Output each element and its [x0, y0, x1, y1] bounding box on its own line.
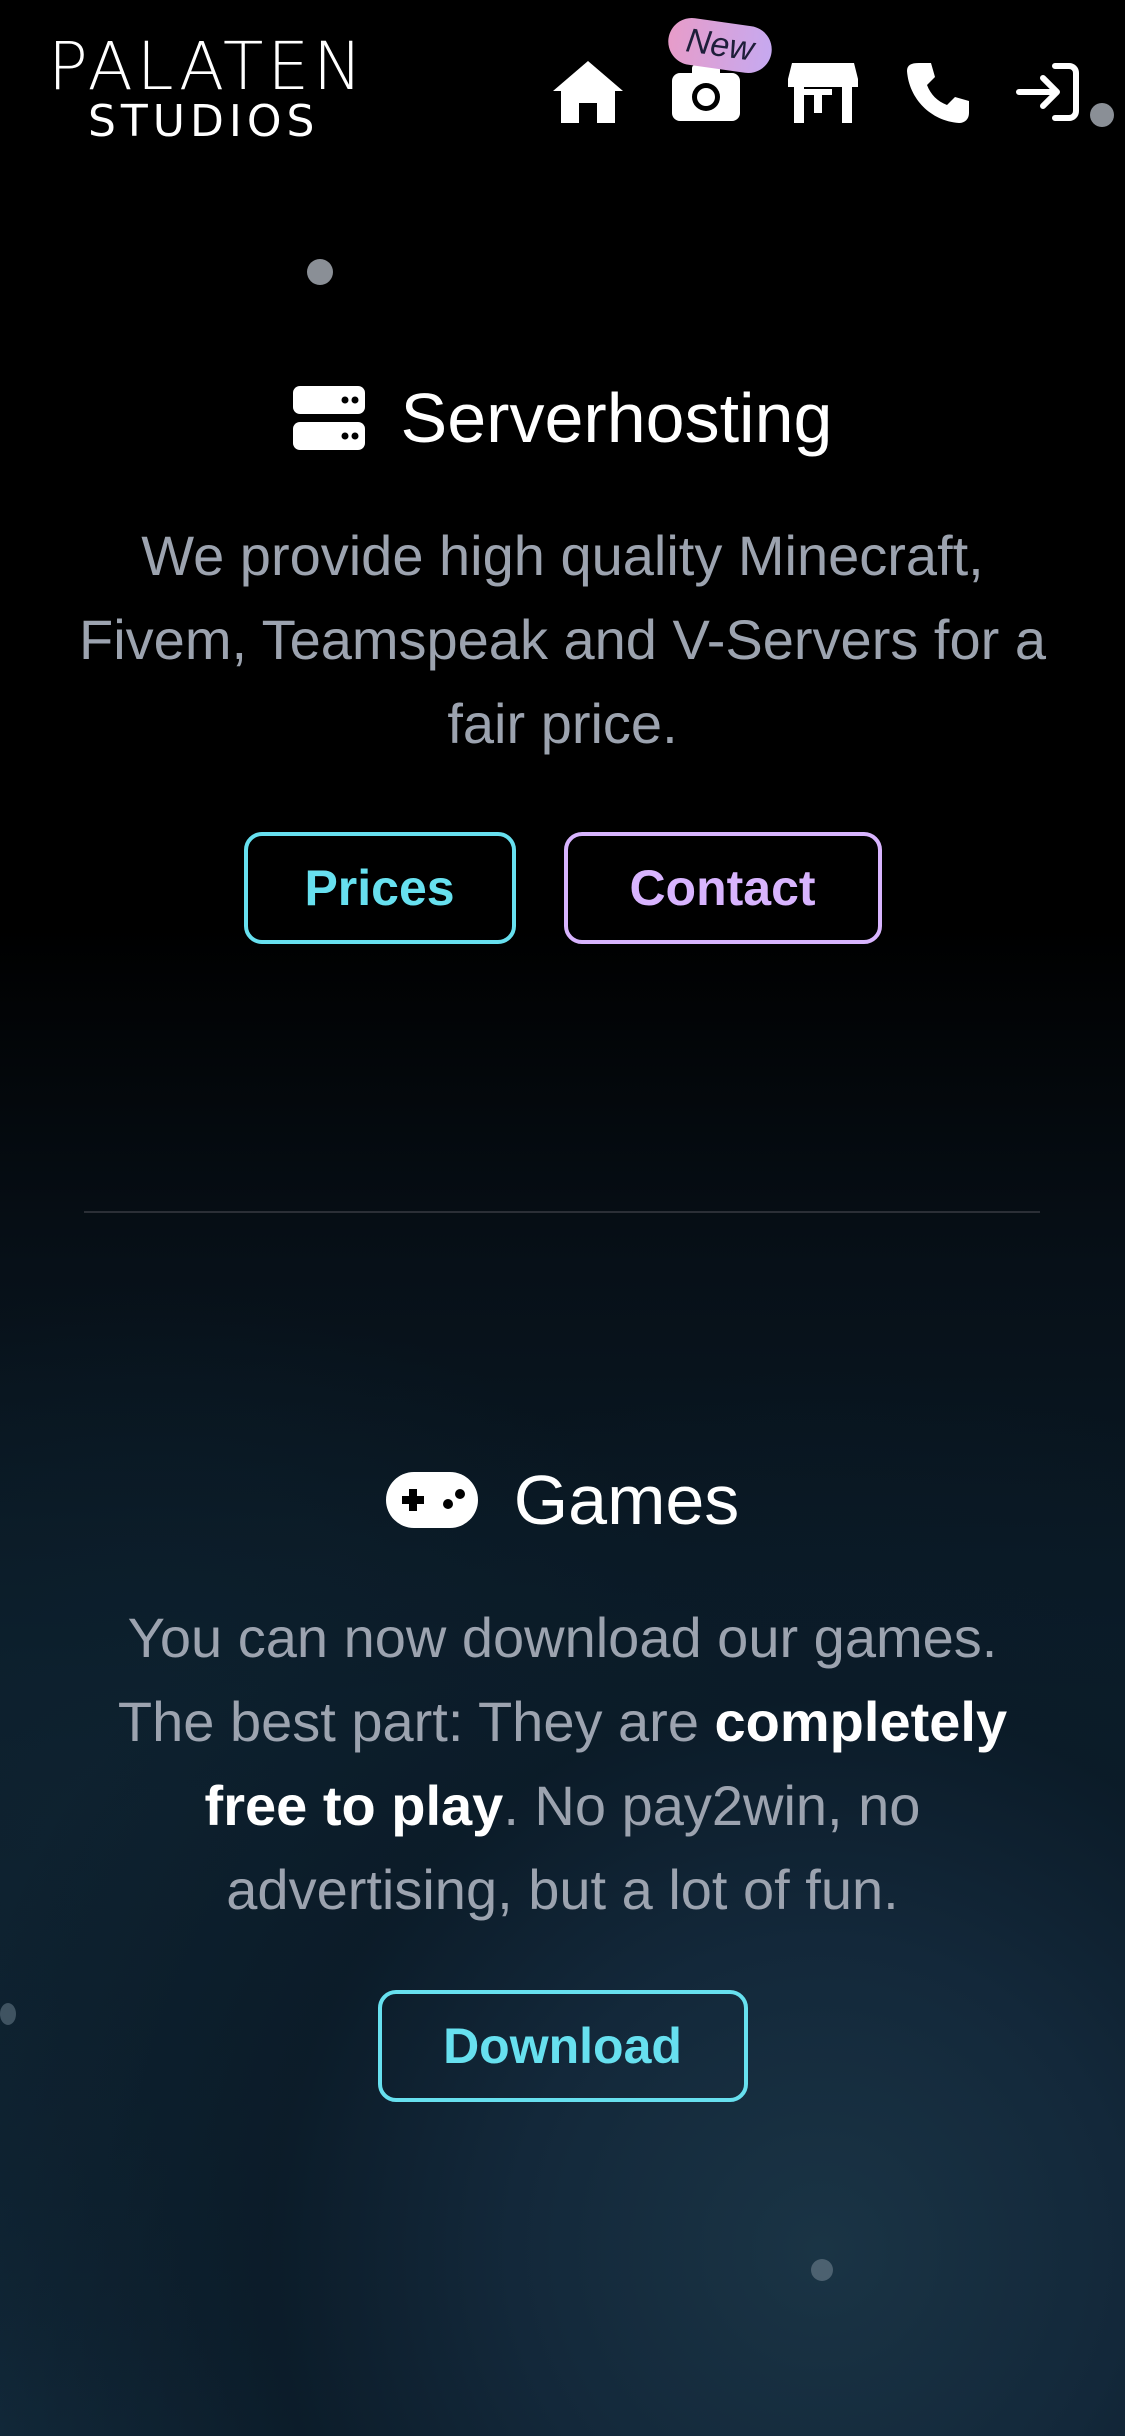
nav-home[interactable]: [550, 54, 626, 130]
serverhosting-title: Serverhosting: [400, 379, 833, 457]
login-icon: [1016, 63, 1079, 121]
games-title: Games: [513, 1461, 740, 1539]
brand-logo[interactable]: PALATEN STUDIOS: [48, 34, 388, 144]
logo-line-2: STUDIOS: [88, 96, 320, 147]
serverhosting-description: We provide high quality Minecraft, Fivem…: [79, 524, 1046, 755]
games-section: Games You can now download our games. Th…: [0, 1460, 1125, 2102]
top-navigation: PALATEN STUDIOS New: [0, 0, 1125, 160]
download-button[interactable]: Download: [377, 1990, 748, 2102]
home-icon: [553, 61, 623, 123]
server-icon: [292, 386, 365, 450]
games-description: You can now download our games. The best…: [83, 1596, 1043, 1932]
gamepad-icon: [385, 1472, 478, 1528]
nav-shop[interactable]: [785, 54, 861, 130]
nav-contact[interactable]: [900, 54, 976, 130]
store-icon: [788, 63, 858, 123]
prices-button[interactable]: Prices: [243, 832, 516, 944]
nav-login[interactable]: [1010, 54, 1086, 130]
logo-line-1: PALATEN: [48, 28, 367, 105]
section-divider: [84, 1211, 1040, 1213]
serverhosting-section: Serverhosting We provide high quality Mi…: [0, 378, 1125, 944]
particle-dot: [811, 2259, 833, 2281]
contact-button[interactable]: Contact: [563, 832, 882, 944]
particle-dot: [307, 259, 333, 285]
phone-icon: [907, 63, 969, 123]
